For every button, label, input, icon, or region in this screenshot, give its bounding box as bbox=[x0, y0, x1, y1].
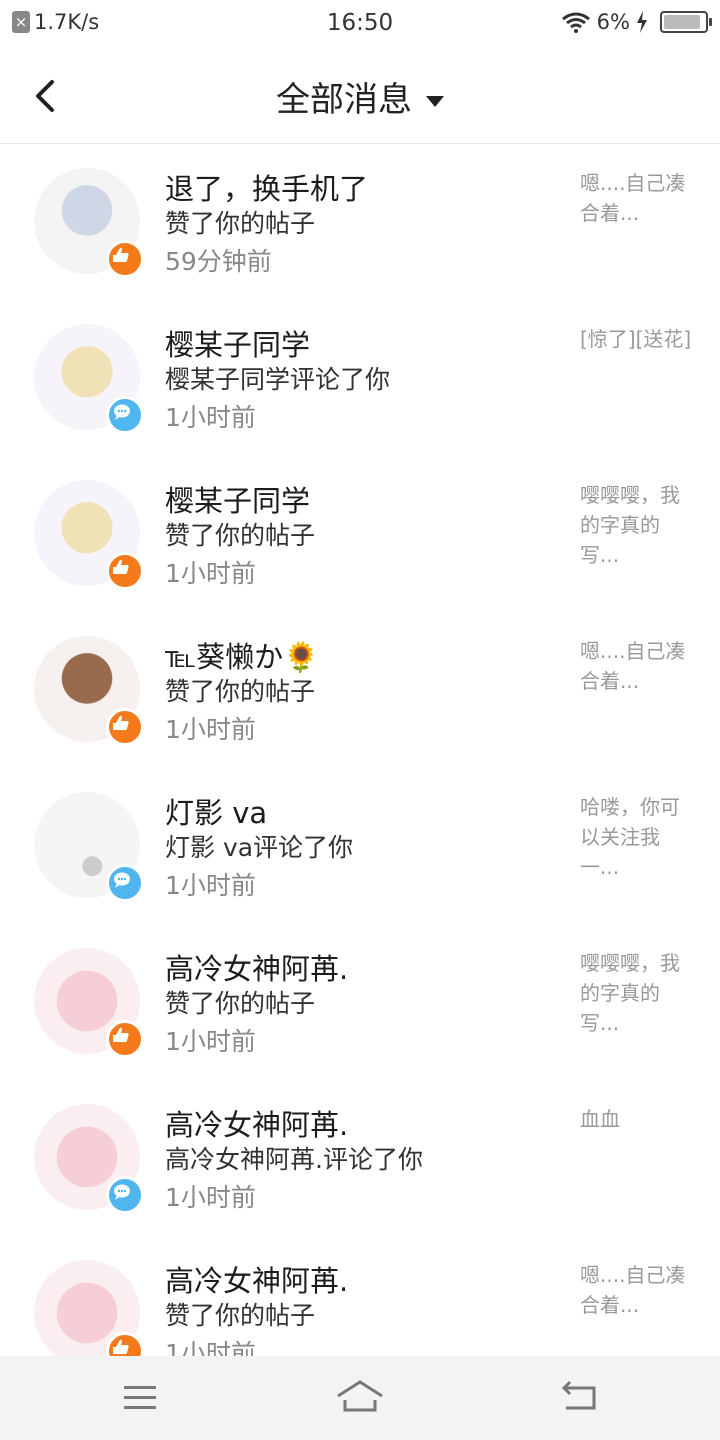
sender-name[interactable]: 樱某子同学 bbox=[165, 322, 310, 364]
post-preview[interactable]: [惊了][送花] bbox=[580, 324, 698, 354]
message-item[interactable]: 樱某子同学 赞了你的帖子 1小时前 嘤嘤嘤，我的字真的写... bbox=[0, 456, 720, 612]
message-time: 1小时前 bbox=[165, 715, 256, 744]
message-time: 1小时前 bbox=[165, 559, 256, 588]
menu-icon[interactable] bbox=[110, 1374, 170, 1422]
dropdown-caret-icon bbox=[426, 96, 444, 107]
page-title: 全部消息 bbox=[276, 80, 412, 120]
message-action: 赞了你的帖子 bbox=[165, 209, 316, 238]
message-action: 高冷女神阿苒.评论了你 bbox=[165, 1145, 423, 1174]
charging-icon bbox=[637, 11, 647, 33]
message-time: 1小时前 bbox=[165, 403, 256, 432]
post-preview[interactable]: 嘤嘤嘤，我的字真的写... bbox=[580, 948, 698, 1038]
message-item[interactable]: 高冷女神阿苒. 赞了你的帖子 1小时前 嘤嘤嘤，我的字真的写... bbox=[0, 924, 720, 1080]
message-action: 赞了你的帖子 bbox=[165, 1301, 316, 1330]
status-right: 6% bbox=[561, 10, 712, 34]
message-item[interactable]: 高冷女神阿苒. 高冷女神阿苒.评论了你 1小时前 血血 bbox=[0, 1080, 720, 1236]
sender-name[interactable]: 高冷女神阿苒. bbox=[165, 946, 348, 988]
comment-badge-icon bbox=[106, 1176, 144, 1214]
wifi-icon bbox=[561, 12, 590, 33]
message-item[interactable]: ℡葵懒か🌻 赞了你的帖子 1小时前 嗯....自己凑合着... bbox=[0, 612, 720, 768]
message-action: 灯影 va评论了你 bbox=[165, 833, 354, 862]
sender-name[interactable]: 高冷女神阿苒. bbox=[165, 1102, 348, 1144]
message-action: 赞了你的帖子 bbox=[165, 989, 316, 1018]
post-preview[interactable]: 血血 bbox=[580, 1104, 698, 1134]
like-badge-icon bbox=[106, 1020, 144, 1058]
post-preview[interactable]: 嗯....自己凑合着... bbox=[580, 636, 698, 696]
sender-name[interactable]: ℡葵懒か🌻 bbox=[165, 634, 319, 676]
system-nav-bar bbox=[0, 1356, 720, 1440]
status-bar: × 1.7K/s 16:50 6% bbox=[0, 0, 720, 48]
like-badge-icon bbox=[106, 240, 144, 278]
message-action: 赞了你的帖子 bbox=[165, 677, 316, 706]
like-badge-icon bbox=[106, 708, 144, 746]
sender-name[interactable]: 灯影 va bbox=[165, 790, 267, 832]
sender-name[interactable]: 高冷女神阿苒. bbox=[165, 1258, 348, 1300]
post-preview[interactable]: 嗯....自己凑合着... bbox=[580, 168, 698, 228]
home-icon[interactable] bbox=[330, 1374, 390, 1422]
sender-name[interactable]: 樱某子同学 bbox=[165, 478, 310, 520]
message-filter-dropdown[interactable]: 全部消息 bbox=[0, 72, 720, 121]
like-badge-icon bbox=[106, 552, 144, 590]
header: 全部消息 bbox=[0, 48, 720, 144]
comment-badge-icon bbox=[106, 396, 144, 434]
message-action: 樱某子同学评论了你 bbox=[165, 365, 391, 394]
message-item[interactable]: 樱某子同学 樱某子同学评论了你 1小时前 [惊了][送花] bbox=[0, 300, 720, 456]
message-time: 59分钟前 bbox=[165, 247, 272, 276]
message-item[interactable]: 退了，换手机了 赞了你的帖子 59分钟前 嗯....自己凑合着... bbox=[0, 144, 720, 300]
post-preview[interactable]: 嘤嘤嘤，我的字真的写... bbox=[580, 480, 698, 570]
sender-name[interactable]: 退了，换手机了 bbox=[165, 166, 368, 208]
message-action: 赞了你的帖子 bbox=[165, 521, 316, 550]
post-preview[interactable]: 嗯....自己凑合着... bbox=[580, 1260, 698, 1320]
message-list: 退了，换手机了 赞了你的帖子 59分钟前 嗯....自己凑合着... 樱某子同学… bbox=[0, 144, 720, 1392]
message-time: 1小时前 bbox=[165, 1183, 256, 1212]
comment-badge-icon bbox=[106, 864, 144, 902]
battery-icon bbox=[660, 11, 712, 33]
back-nav-icon[interactable] bbox=[550, 1374, 610, 1422]
message-time: 1小时前 bbox=[165, 1027, 256, 1056]
post-preview[interactable]: 哈喽，你可以关注我一... bbox=[580, 792, 698, 882]
message-time: 1小时前 bbox=[165, 871, 256, 900]
message-item[interactable]: 灯影 va 灯影 va评论了你 1小时前 哈喽，你可以关注我一... bbox=[0, 768, 720, 924]
battery-percent: 6% bbox=[596, 10, 630, 34]
